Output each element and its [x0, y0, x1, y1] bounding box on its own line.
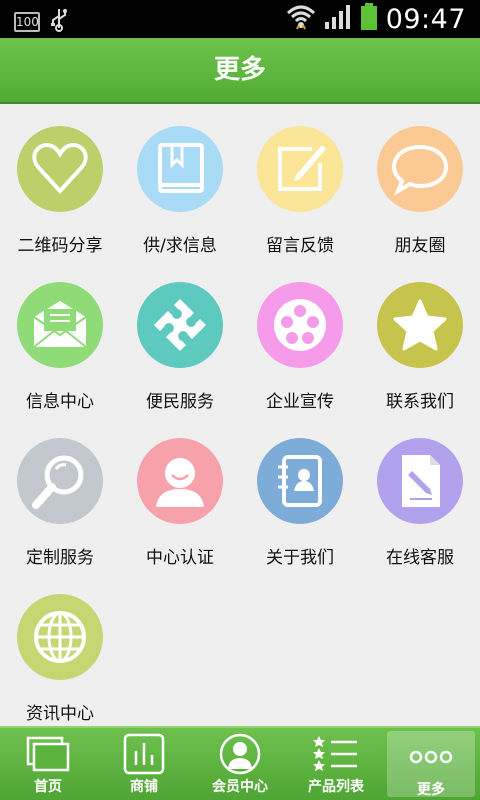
nav-home[interactable]: 首页 [0, 728, 96, 800]
feature-grid: 二维码分享 供/求信息 留言反馈 朋友圈 信息中心 便民服务 企业宣传 联系我们… [0, 104, 480, 726]
nav-shop[interactable]: 商铺 [96, 728, 192, 800]
star-list-icon [288, 732, 384, 776]
envelope-icon [17, 282, 103, 368]
tile-friends[interactable]: 朋友圈 [360, 104, 480, 256]
tile-about-us[interactable]: 关于我们 [240, 416, 360, 568]
status-bar: 100 09:47 [0, 0, 480, 38]
edit-icon [257, 126, 343, 212]
battery-icon [360, 3, 378, 35]
more-dots-icon [387, 735, 475, 779]
heart-icon [17, 126, 103, 212]
tile-info-center[interactable]: 信息中心 [0, 260, 120, 412]
tile-supply-demand[interactable]: 供/求信息 [120, 104, 240, 256]
clock: 09:47 [385, 3, 466, 35]
nav-member-center[interactable]: 会员中心 [192, 728, 288, 800]
book-icon [137, 126, 223, 212]
nav-label: 商铺 [130, 779, 158, 795]
nav-more[interactable]: 更多 [387, 731, 475, 798]
shop-chart-icon [96, 732, 192, 776]
star-icon [377, 282, 463, 368]
tile-label: 便民服务 [146, 392, 214, 412]
bottom-nav: 首页 商铺 会员中心 产品列表 更多 [0, 726, 480, 800]
nav-label: 首页 [34, 779, 62, 795]
tile-label: 关于我们 [266, 548, 334, 568]
tile-label: 定制服务 [26, 548, 94, 568]
tile-label: 信息中心 [26, 392, 94, 412]
tile-qrcode-share[interactable]: 二维码分享 [0, 104, 120, 256]
user-icon [137, 438, 223, 524]
nav-product-list[interactable]: 产品列表 [288, 728, 384, 800]
wifi-icon [286, 3, 316, 35]
nav-label: 会员中心 [212, 779, 268, 795]
film-reel-icon [257, 282, 343, 368]
tile-center-auth[interactable]: 中心认证 [120, 416, 240, 568]
tile-label: 二维码分享 [17, 236, 103, 256]
document-pen-icon [377, 438, 463, 524]
tile-contact-us[interactable]: 联系我们 [360, 260, 480, 412]
usb-icon [50, 8, 68, 36]
tile-label: 留言反馈 [266, 236, 334, 256]
app-header: 更多 [0, 38, 480, 104]
tile-convenience[interactable]: 便民服务 [120, 260, 240, 412]
magnifier-icon [17, 438, 103, 524]
signal-icon [324, 4, 352, 34]
speech-bubble-icon [377, 126, 463, 212]
tile-online-service[interactable]: 在线客服 [360, 416, 480, 568]
tile-news-center[interactable]: 资讯中心 [0, 572, 120, 724]
tile-label: 联系我们 [386, 392, 454, 412]
puzzle-icon [137, 282, 223, 368]
tile-label: 中心认证 [146, 548, 214, 568]
tile-label: 在线客服 [386, 548, 454, 568]
tile-label: 朋友圈 [394, 236, 446, 256]
contact-book-icon [257, 438, 343, 524]
pages-icon [0, 732, 96, 776]
member-icon [192, 732, 288, 776]
battery-level-icon: 100 [14, 12, 40, 32]
tile-label: 资讯中心 [26, 704, 94, 724]
tile-feedback[interactable]: 留言反馈 [240, 104, 360, 256]
tile-label: 企业宣传 [266, 392, 334, 412]
page-title: 更多 [213, 55, 266, 85]
tile-enterprise-promo[interactable]: 企业宣传 [240, 260, 360, 412]
nav-label: 更多 [417, 782, 445, 798]
tile-label: 供/求信息 [143, 236, 217, 256]
tile-custom-service[interactable]: 定制服务 [0, 416, 120, 568]
globe-icon [17, 594, 103, 680]
nav-label: 产品列表 [308, 779, 364, 795]
